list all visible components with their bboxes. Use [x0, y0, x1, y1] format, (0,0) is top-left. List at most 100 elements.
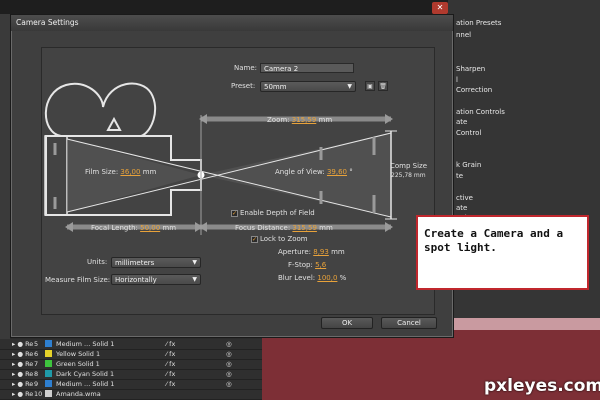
focal-length-label: Focal Length: — [91, 224, 138, 232]
layer-color-swatch[interactable] — [45, 390, 52, 397]
camera-settings-dialog: Camera Settings Name: Camera 2 Preset: 5… — [10, 14, 454, 338]
layer-name: Green Solid 1 — [56, 360, 100, 368]
app-left-panel — [0, 14, 10, 339]
fx-switch-icon[interactable]: ⁄ fx — [166, 340, 175, 348]
layer-number: 7 — [34, 360, 39, 368]
chevron-down-icon: ▼ — [192, 259, 197, 266]
preset-select-value: 50mm — [264, 83, 287, 91]
effects-item[interactable]: l — [456, 76, 458, 84]
fstop-value[interactable]: 5,6 — [315, 261, 326, 269]
name-label: Name: — [234, 64, 258, 72]
effects-item[interactable]: k Grain — [456, 161, 481, 169]
layer-name: Amanda.wma — [56, 390, 101, 398]
layer-name: Medium ... Solid 1 — [56, 380, 115, 388]
tutorial-callout: Create a Camera and a spot light. — [416, 215, 589, 290]
fstop-label: F-Stop: — [288, 261, 313, 269]
trash-icon[interactable]: 🗑 — [378, 81, 388, 91]
layer-label-prefix: ▸ ● Re — [12, 370, 34, 378]
effects-item[interactable]: ctive — [456, 194, 473, 202]
layer-number: 8 — [34, 370, 39, 378]
effects-item[interactable]: ation Presets — [456, 19, 501, 27]
angle-readout: Angle of View: 39,60 ° — [275, 168, 353, 176]
measure-film-size-select[interactable]: Horizontally ▼ — [111, 274, 201, 285]
fx-switch-icon[interactable]: ⁄ fx — [166, 350, 175, 358]
layer-number: 6 — [34, 350, 39, 358]
focus-distance-label: Focus Distance: — [235, 224, 291, 232]
aperture-readout: Aperture: 8,93 mm — [278, 248, 345, 256]
preset-select[interactable]: 50mm ▼ — [260, 81, 356, 92]
layer-label-prefix: ▸ ● Re — [12, 340, 34, 348]
effects-item[interactable]: ate — [456, 118, 467, 126]
layer-row[interactable]: ▸ ● Re 10 Amanda.wma — [0, 389, 262, 400]
preset-label: Preset: — [231, 82, 256, 90]
layer-number: 9 — [34, 380, 39, 388]
focus-distance-unit: mm — [319, 224, 333, 232]
watermark-text: pxleyes.com — [484, 376, 600, 396]
film-size-readout: Film Size: 36,00 mm — [85, 168, 156, 176]
angle-value[interactable]: 39,60 — [327, 168, 347, 176]
film-size-value[interactable]: 36,00 — [120, 168, 140, 176]
parent-icon[interactable]: ◎ — [226, 370, 232, 378]
measure-film-size-label: Measure Film Size: — [45, 276, 111, 284]
aperture-label: Aperture: — [278, 248, 311, 256]
layer-color-swatch[interactable] — [45, 380, 52, 387]
comp-size-label: Comp Size — [390, 162, 428, 170]
cancel-button[interactable]: Cancel — [381, 317, 437, 329]
layer-label-prefix: ▸ ● Re — [12, 350, 34, 358]
timeline-layers: ▸ ● Re 5 Medium ... Solid 1 ⁄ fx ◎ ▸ ● R… — [0, 339, 262, 400]
angle-unit: ° — [349, 168, 353, 176]
focal-length-value[interactable]: 50,00 — [140, 224, 160, 232]
layer-color-swatch[interactable] — [45, 350, 52, 357]
focus-distance-readout: Focus Distance: 315,59 mm — [235, 224, 333, 232]
units-label: Units: — [87, 258, 108, 266]
parent-icon[interactable]: ◎ — [226, 350, 232, 358]
camera-name-input[interactable]: Camera 2 — [260, 63, 354, 73]
enable-dof-checkbox[interactable]: ✓ — [231, 210, 238, 217]
parent-icon[interactable]: ◎ — [226, 380, 232, 388]
fx-switch-icon[interactable]: ⁄ fx — [166, 380, 175, 388]
aperture-unit: mm — [331, 248, 345, 256]
layer-color-swatch[interactable] — [45, 340, 52, 347]
focus-distance-value[interactable]: 315,59 — [292, 224, 317, 232]
effects-item[interactable]: ate — [456, 204, 467, 212]
lock-to-zoom-checkbox[interactable]: ✓ — [251, 236, 258, 243]
fstop-readout: F-Stop: 5,6 — [288, 261, 326, 269]
fx-switch-icon[interactable]: ⁄ fx — [166, 360, 175, 368]
effects-item[interactable]: nnel — [456, 31, 471, 39]
blur-level-value[interactable]: 100,0 — [317, 274, 337, 282]
zoom-value[interactable]: 315,59 — [292, 116, 317, 124]
parent-icon[interactable]: ◎ — [226, 340, 232, 348]
lock-to-zoom-label: Lock to Zoom — [260, 235, 308, 243]
blur-level-readout: Blur Level: 100,0 % — [278, 274, 346, 282]
units-select[interactable]: millimeters ▼ — [111, 257, 201, 268]
effects-item[interactable]: Control — [456, 129, 481, 137]
layer-label-prefix: ▸ ● Re — [12, 360, 34, 368]
fx-switch-icon[interactable]: ⁄ fx — [166, 370, 175, 378]
effects-item[interactable]: Correction — [456, 86, 492, 94]
effects-item[interactable]: te — [456, 172, 463, 180]
layer-color-swatch[interactable] — [45, 360, 52, 367]
layer-name: Yellow Solid 1 — [56, 350, 101, 358]
parent-icon[interactable]: ◎ — [226, 360, 232, 368]
zoom-readout: Zoom: 315,59 mm — [267, 116, 332, 124]
ok-button[interactable]: OK — [321, 317, 373, 329]
save-preset-icon[interactable]: ▣ — [365, 81, 375, 91]
comp-size-value: 225,78 mm — [391, 172, 426, 179]
zoom-unit: mm — [318, 116, 333, 124]
film-size-unit: mm — [142, 168, 157, 176]
blur-level-unit: % — [339, 274, 347, 282]
effects-item[interactable]: Sharpen — [456, 65, 485, 73]
enable-dof-label: Enable Depth of Field — [240, 209, 315, 217]
zoom-label: Zoom: — [267, 116, 290, 124]
layer-name: Medium ... Solid 1 — [56, 340, 115, 348]
layer-label-prefix: ▸ ● Re — [12, 390, 34, 398]
aperture-value[interactable]: 8,93 — [313, 248, 329, 256]
close-icon[interactable]: ✕ — [432, 2, 448, 14]
focal-length-readout: Focal Length: 50,00 mm — [91, 224, 176, 232]
blur-level-label: Blur Level: — [278, 274, 316, 282]
camera-diagram — [44, 82, 397, 235]
angle-label: Angle of View: — [275, 168, 325, 176]
layer-color-swatch[interactable] — [45, 370, 52, 377]
measure-film-size-value: Horizontally — [115, 276, 157, 284]
effects-item[interactable]: ation Controls — [456, 108, 505, 116]
